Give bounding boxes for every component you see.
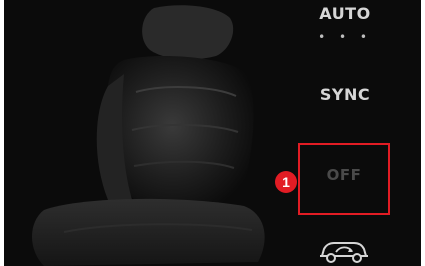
sync-button[interactable]: SYNC [300, 85, 390, 104]
climate-control-panel: AUTO • • • SYNC OFF 1 [4, 0, 421, 266]
callout-badge: 1 [275, 171, 297, 193]
seat-illustration [32, 5, 265, 266]
car-recirculation-icon[interactable] [316, 236, 372, 264]
auto-button[interactable]: AUTO [300, 4, 390, 23]
auto-indicator-dots: • • • [318, 30, 372, 44]
off-button-label: OFF [326, 166, 362, 184]
off-button-highlight[interactable]: OFF [298, 143, 390, 215]
